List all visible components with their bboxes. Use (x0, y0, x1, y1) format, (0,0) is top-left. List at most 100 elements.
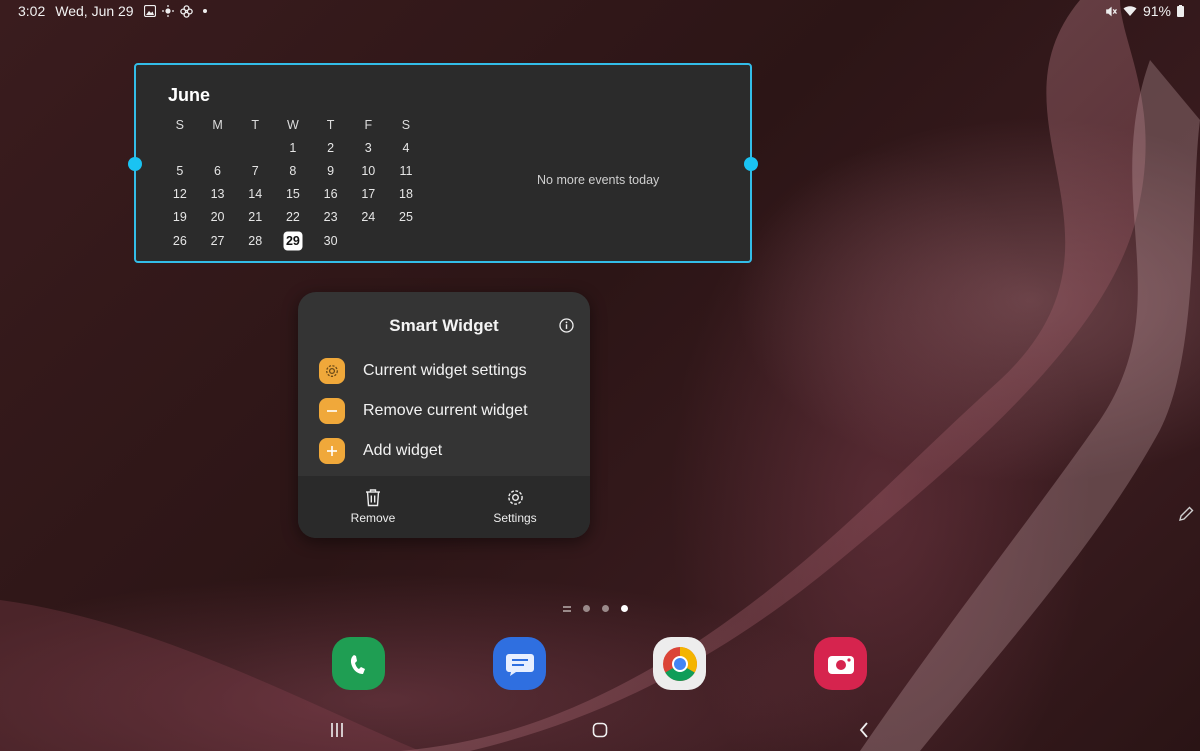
today-number: 29 (285, 233, 300, 248)
page-dot-active (621, 605, 628, 612)
pinwheel-icon (179, 4, 193, 18)
calendar-day[interactable]: 12 (161, 183, 199, 206)
trash-icon (366, 489, 380, 507)
calendar-day[interactable]: 11 (387, 159, 425, 182)
gear-icon (507, 490, 523, 505)
calendar-day (387, 229, 425, 252)
calendar-day[interactable]: 19 (161, 206, 199, 229)
menu-item-label: Remove current widget (363, 402, 528, 419)
calendar-day[interactable]: 9 (312, 159, 350, 182)
status-bar: 3:02 Wed, Jun 29 91% (0, 0, 1200, 24)
camera-icon (827, 655, 854, 674)
calendar-day (349, 229, 387, 252)
weekday-label: T (326, 117, 335, 132)
image-icon (143, 5, 156, 17)
current-widget-settings-item[interactable]: Current widget settings (319, 358, 527, 384)
recent-apps-icon (331, 723, 343, 737)
weekday-label: S (401, 117, 411, 132)
calendar-day-today[interactable]: 29 (274, 229, 312, 252)
settings-label: Settings (493, 511, 537, 525)
remove-button[interactable]: Remove (328, 488, 418, 525)
plus-icon (319, 438, 345, 464)
dock-app-messages[interactable] (493, 637, 546, 690)
calendar-day[interactable]: 17 (349, 183, 387, 206)
calendar-day[interactable]: 1 (274, 136, 312, 159)
no-events-text: No more events today (537, 173, 660, 187)
dot-icon (202, 9, 207, 13)
calendar-day[interactable]: 30 (312, 229, 350, 252)
popup-title: Smart Widget (389, 316, 499, 335)
calendar-day[interactable]: 23 (312, 206, 350, 229)
remove-current-widget-item[interactable]: Remove current widget (319, 398, 528, 424)
back-button[interactable] (844, 716, 884, 744)
messages-icon (505, 653, 534, 676)
calendar-day[interactable]: 10 (349, 159, 387, 182)
calendar-day[interactable]: 25 (387, 206, 425, 229)
page-dot (583, 605, 590, 612)
status-time: 3:02 (18, 3, 46, 19)
calendar-day[interactable]: 14 (236, 183, 274, 206)
weekday-label: W (287, 117, 299, 132)
status-right: 91% (1104, 3, 1184, 19)
calendar-day (161, 136, 199, 159)
calendar-day (199, 136, 237, 159)
calendar-grid: S M T W T F S 1 2 3 4 5 6 7 8 9 10 11 12… (161, 113, 425, 252)
wifi-icon (1123, 6, 1137, 16)
calendar-day[interactable]: 26 (161, 229, 199, 252)
calendar-day[interactable]: 22 (274, 206, 312, 229)
notification-icons (143, 4, 207, 18)
back-icon (859, 722, 868, 738)
page-dot (602, 605, 609, 612)
weekday-label: T (251, 117, 260, 132)
home-icon (592, 722, 608, 738)
resize-handle-left[interactable] (128, 157, 142, 171)
calendar-day[interactable]: 24 (349, 206, 387, 229)
calendar-day[interactable]: 8 (274, 159, 312, 182)
add-widget-item[interactable]: Add widget (319, 438, 442, 464)
page-indicator-lines-icon (563, 605, 571, 612)
remove-label: Remove (350, 511, 396, 525)
status-date: Wed, Jun 29 (55, 3, 134, 19)
brightness-icon (161, 5, 174, 17)
pen-icon[interactable] (1177, 505, 1195, 523)
info-icon[interactable] (559, 318, 574, 333)
resize-handle-right[interactable] (744, 157, 758, 171)
calendar-day[interactable]: 16 (312, 183, 350, 206)
dock-app-phone[interactable] (332, 637, 385, 690)
menu-item-label: Current widget settings (363, 362, 527, 379)
calendar-day[interactable]: 13 (199, 183, 237, 206)
calendar-day[interactable]: 20 (199, 206, 237, 229)
weekday-label: S (175, 117, 185, 132)
minus-icon (319, 398, 345, 424)
gear-icon (319, 358, 345, 384)
recent-apps-button[interactable] (317, 716, 357, 744)
page-indicator[interactable] (563, 605, 628, 612)
phone-icon (350, 654, 365, 674)
weekday-label: F (364, 117, 373, 132)
menu-item-label: Add widget (363, 442, 443, 459)
calendar-day[interactable]: 18 (387, 183, 425, 206)
calendar-day[interactable]: 21 (236, 206, 274, 229)
chrome-icon (662, 646, 697, 681)
settings-button[interactable]: Settings (470, 488, 560, 525)
calendar-day[interactable]: 4 (387, 136, 425, 159)
calendar-day[interactable]: 5 (161, 159, 199, 182)
dock-app-chrome[interactable] (653, 637, 706, 690)
home-button[interactable] (580, 716, 620, 744)
mute-icon (1106, 6, 1117, 16)
calendar-day[interactable]: 2 (312, 136, 350, 159)
calendar-day[interactable]: 15 (274, 183, 312, 206)
calendar-day[interactable]: 3 (349, 136, 387, 159)
calendar-month: June (168, 85, 211, 105)
calendar-widget[interactable]: June S M T W T F S 1 2 3 4 5 6 7 8 9 10 … (128, 63, 758, 263)
calendar-day[interactable]: 7 (236, 159, 274, 182)
smart-widget-popup: Smart Widget Current widget settings Rem… (298, 292, 590, 538)
popup-bottom-bar: Remove Settings (298, 476, 590, 538)
battery-percent: 91% (1142, 3, 1171, 19)
calendar-day (236, 136, 274, 159)
weekday-label: M (212, 117, 223, 132)
dock-app-camera[interactable] (814, 637, 867, 690)
calendar-day[interactable]: 28 (236, 229, 274, 252)
calendar-day[interactable]: 6 (199, 159, 237, 182)
calendar-day[interactable]: 27 (199, 229, 237, 252)
